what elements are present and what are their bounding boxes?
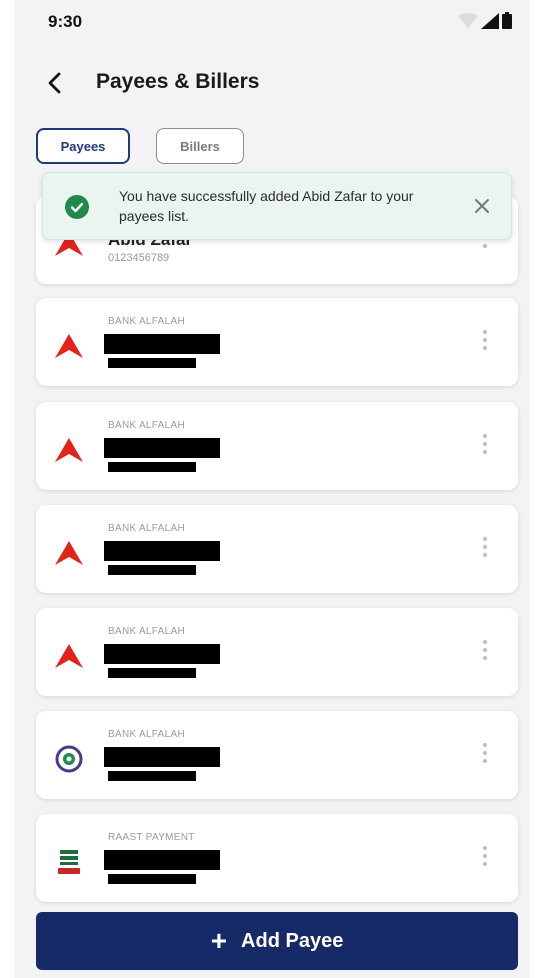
payee-card[interactable]: BANK ALFALAH [36, 402, 518, 490]
redacted-account-number [108, 358, 196, 368]
payee-bank-name: BANK ALFALAH [108, 626, 185, 637]
success-toast: You have successfully added Abid Zafar t… [42, 172, 512, 240]
payee-card[interactable]: BANK ALFALAH [36, 505, 518, 593]
wifi-icon [458, 13, 478, 28]
check-circle-icon [65, 195, 89, 219]
bank-alfalah-logo [55, 334, 83, 358]
redacted-payee-name [104, 438, 220, 458]
signal-icon [481, 13, 499, 29]
redacted-payee-name [104, 850, 220, 870]
payee-bank-name: RAAST PAYMENT [108, 832, 195, 843]
status-icons [458, 12, 512, 29]
bank-alfalah-logo [55, 438, 83, 462]
add-payee-button[interactable]: + Add Payee [36, 912, 518, 970]
toast-message: You have successfully added Abid Zafar t… [119, 188, 414, 224]
payee-card[interactable]: BANK ALFALAH [36, 711, 518, 799]
payee-card[interactable]: BANK ALFALAH [36, 298, 518, 386]
redacted-account-number [108, 874, 196, 884]
bank-alfalah-logo [55, 541, 83, 565]
status-bar: 9:30 [14, 0, 530, 40]
payee-account: 0123456789 [108, 252, 170, 264]
raast-logo [58, 850, 80, 874]
more-options-icon[interactable] [482, 330, 488, 354]
redacted-account-number [108, 462, 196, 472]
redacted-payee-name [104, 747, 220, 767]
redacted-payee-name [104, 334, 220, 354]
tab-payees[interactable]: Payees [36, 128, 130, 164]
header: Payees & Billers [14, 60, 530, 106]
add-payee-label: Add Payee [241, 929, 344, 952]
more-options-icon[interactable] [482, 846, 488, 870]
plus-icon: + [210, 925, 228, 956]
more-options-icon[interactable] [482, 537, 488, 561]
circular-bank-logo [55, 745, 83, 773]
payee-bank-name: BANK ALFALAH [108, 316, 185, 327]
status-time: 9:30 [48, 12, 83, 31]
redacted-payee-name [104, 541, 220, 561]
close-icon[interactable] [473, 197, 491, 215]
redacted-account-number [108, 668, 196, 678]
payee-bank-name: BANK ALFALAH [108, 729, 185, 740]
page-title: Payees & Billers [96, 70, 260, 93]
more-options-icon[interactable] [482, 434, 488, 458]
redacted-account-number [108, 565, 196, 575]
bank-alfalah-logo [55, 644, 83, 668]
payee-bank-name: BANK ALFALAH [108, 420, 185, 431]
payee-card[interactable]: RAAST PAYMENT [36, 814, 518, 902]
tab-billers[interactable]: Billers [156, 128, 244, 164]
redacted-payee-name [104, 644, 220, 664]
back-arrow-icon[interactable] [42, 70, 68, 96]
phone-screen: 9:30 Payees & Billers Payees Billers Abi… [14, 0, 530, 978]
battery-icon [502, 12, 512, 29]
more-options-icon[interactable] [482, 743, 488, 767]
redacted-account-number [108, 771, 196, 781]
payee-bank-name: BANK ALFALAH [108, 523, 185, 534]
payee-card[interactable]: BANK ALFALAH [36, 608, 518, 696]
more-options-icon[interactable] [482, 640, 488, 664]
